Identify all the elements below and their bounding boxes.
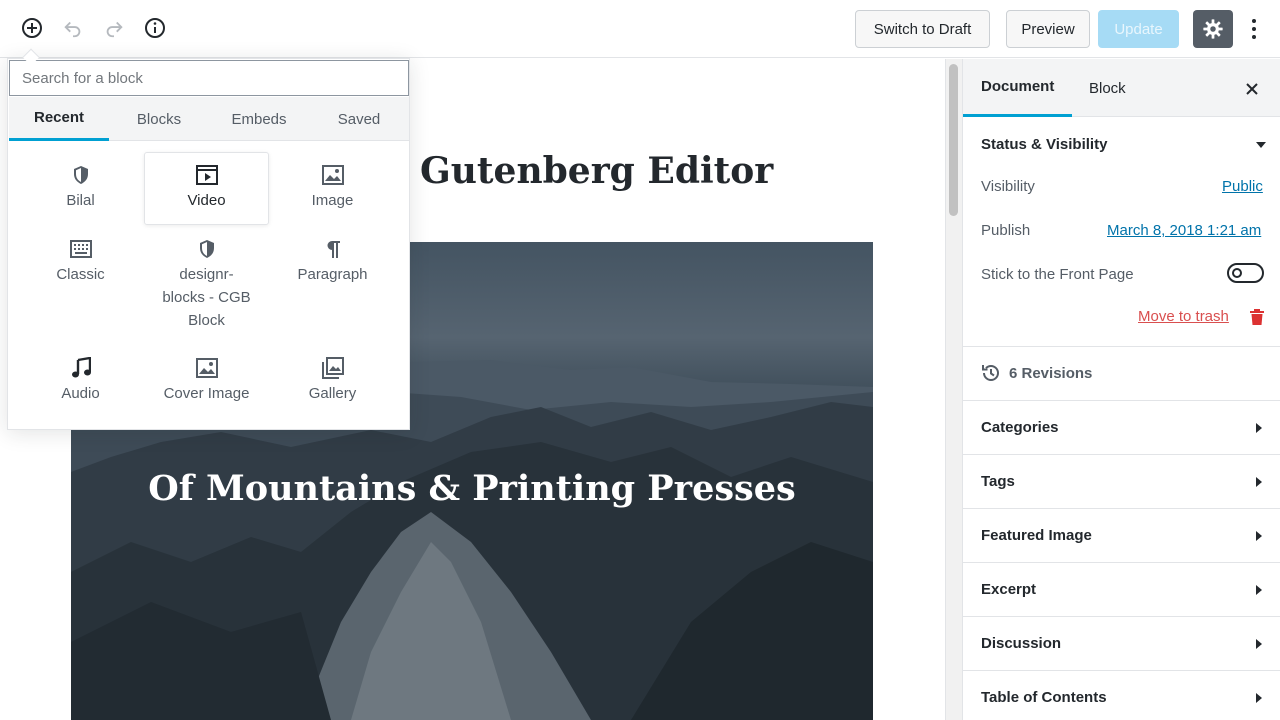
switch-to-draft-button[interactable]: Switch to Draft <box>855 10 990 48</box>
gallery-icon <box>321 356 345 380</box>
cover-title[interactable]: Of Mountains & Printing Presses <box>71 468 873 509</box>
block-label: Gallery <box>308 385 357 402</box>
publish-label: Publish <box>981 222 1031 239</box>
tab-block[interactable]: Block <box>1089 59 1126 117</box>
block-item-designr-blocks[interactable]: designr- blocks - CGB Block <box>144 237 269 332</box>
block-search-input[interactable] <box>9 60 409 96</box>
divider <box>963 400 1280 401</box>
image-icon <box>321 163 345 187</box>
divider <box>963 670 1280 671</box>
move-to-trash-link[interactable]: Move to trash <box>1138 308 1229 325</box>
video-icon <box>195 163 219 187</box>
keyboard-icon <box>69 237 93 261</box>
trash-icon[interactable] <box>1249 308 1265 331</box>
block-item-video[interactable]: Video <box>144 152 269 225</box>
tab-document[interactable]: Document <box>963 59 1073 117</box>
music-note-icon <box>69 356 93 380</box>
block-item-bilal[interactable]: Bilal <box>18 163 143 212</box>
inserter-tabs: Recent Blocks Embeds Saved <box>9 97 409 141</box>
block-item-gallery[interactable]: Gallery <box>270 356 395 405</box>
shield-icon <box>69 163 93 187</box>
caret-right-icon[interactable] <box>1256 531 1262 541</box>
shield-icon <box>195 237 219 261</box>
divider <box>963 346 1280 347</box>
editor-toolbar: Switch to Draft Preview Update <box>0 0 1280 58</box>
panel-featured-image[interactable]: Featured Image <box>981 527 1092 544</box>
more-menu-icon[interactable] <box>1244 14 1264 44</box>
revisions-link[interactable]: 6 Revisions <box>981 363 1092 383</box>
paragraph-icon <box>321 237 345 261</box>
add-block-icon[interactable] <box>18 14 46 42</box>
editor-scrollbar-thumb[interactable] <box>949 64 958 216</box>
visibility-link[interactable]: Public <box>1222 178 1263 195</box>
gear-icon <box>1203 19 1223 39</box>
block-label: Audio <box>61 385 100 402</box>
panel-categories[interactable]: Categories <box>981 419 1059 436</box>
caret-right-icon[interactable] <box>1256 639 1262 649</box>
history-icon <box>982 364 999 381</box>
block-label: Bilal <box>66 192 95 209</box>
divider <box>963 562 1280 563</box>
revisions-label: 6 Revisions <box>1009 364 1093 382</box>
block-inserter-popover: Recent Blocks Embeds Saved Bilal Video I… <box>7 58 410 430</box>
sticky-toggle[interactable] <box>1227 263 1264 283</box>
cover-image-icon <box>195 356 219 380</box>
caret-right-icon[interactable] <box>1256 693 1262 703</box>
block-label: Image <box>311 192 354 209</box>
post-title[interactable]: Gutenberg Editor <box>420 150 773 192</box>
sticky-label: Stick to the Front Page <box>981 266 1134 283</box>
info-icon[interactable] <box>141 14 169 42</box>
panel-excerpt[interactable]: Excerpt <box>981 581 1036 598</box>
block-label: blocks - CGB <box>162 289 251 306</box>
block-label: Block <box>188 312 225 329</box>
tab-embeds[interactable]: Embeds <box>209 97 309 141</box>
panel-discussion[interactable]: Discussion <box>981 635 1061 652</box>
redo-icon[interactable] <box>100 14 128 42</box>
block-label: Paragraph <box>297 266 368 283</box>
caret-right-icon[interactable] <box>1256 585 1262 595</box>
sidebar-header: Document Block <box>963 59 1280 117</box>
panel-table-of-contents[interactable]: Table of Contents <box>981 689 1107 706</box>
close-icon[interactable] <box>1241 78 1263 100</box>
block-label: designr- <box>179 266 234 283</box>
tab-recent[interactable]: Recent <box>9 97 109 141</box>
tab-blocks[interactable]: Blocks <box>109 97 209 141</box>
block-item-image[interactable]: Image <box>270 163 395 212</box>
undo-icon[interactable] <box>59 14 87 42</box>
caret-right-icon[interactable] <box>1256 423 1262 433</box>
visibility-label: Visibility <box>981 178 1035 195</box>
status-visibility-title[interactable]: Status & Visibility <box>981 136 1107 153</box>
block-label: Video <box>187 192 226 209</box>
update-button[interactable]: Update <box>1098 10 1179 48</box>
block-label: Classic <box>56 266 105 283</box>
divider <box>963 454 1280 455</box>
publish-date-link[interactable]: March 8, 2018 1:21 am <box>1107 222 1261 239</box>
panel-tags[interactable]: Tags <box>981 473 1015 490</box>
caret-down-icon[interactable] <box>1256 142 1266 148</box>
divider <box>963 508 1280 509</box>
block-item-paragraph[interactable]: Paragraph <box>270 237 395 286</box>
preview-button[interactable]: Preview <box>1006 10 1090 48</box>
block-item-audio[interactable]: Audio <box>18 356 143 405</box>
settings-sidebar: Document Block Status & Visibility Visib… <box>962 59 1280 720</box>
block-label: Cover Image <box>163 385 250 402</box>
tab-saved[interactable]: Saved <box>309 97 409 141</box>
block-item-classic[interactable]: Classic <box>18 237 143 286</box>
caret-right-icon[interactable] <box>1256 477 1262 487</box>
block-item-cover-image[interactable]: Cover Image <box>144 356 269 405</box>
divider <box>963 616 1280 617</box>
settings-button[interactable] <box>1193 10 1233 48</box>
